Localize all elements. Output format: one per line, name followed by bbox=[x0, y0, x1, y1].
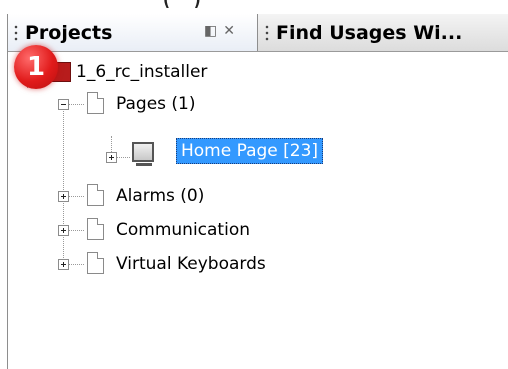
tree-connector bbox=[68, 104, 84, 105]
drag-grip-icon[interactable] bbox=[264, 22, 270, 43]
folder-page-icon bbox=[87, 92, 104, 114]
minimize-icon[interactable]: ◧ bbox=[204, 23, 223, 39]
tab-projects[interactable]: Projects ◧✕ bbox=[8, 14, 258, 51]
screen-page-icon bbox=[132, 142, 154, 166]
folder-page-icon bbox=[87, 218, 104, 240]
tab-projects-label: Projects bbox=[25, 21, 113, 44]
tab-find-usages[interactable]: Find Usages Wi... bbox=[259, 14, 508, 51]
projects-panel: Projects ◧✕ Find Usages Wi... 1_6_rc_ins… bbox=[7, 14, 508, 369]
collapse-toggle[interactable] bbox=[58, 99, 69, 110]
folder-page-icon bbox=[87, 184, 104, 206]
tree-item-alarms[interactable]: Alarms (0) bbox=[116, 184, 204, 208]
tree-item-home-page[interactable]: Home Page [23] bbox=[176, 138, 324, 164]
drag-grip-icon[interactable] bbox=[13, 22, 19, 43]
expand-toggle[interactable] bbox=[58, 259, 69, 270]
tree-item-pages[interactable]: Pages (1) bbox=[116, 92, 196, 116]
tree-connector bbox=[63, 104, 64, 270]
cropped-caption: ( ) bbox=[0, 0, 508, 8]
tab-tools: ◧✕ bbox=[204, 23, 241, 39]
close-icon[interactable]: ✕ bbox=[223, 23, 241, 39]
tree-connector bbox=[68, 196, 84, 197]
expand-toggle[interactable] bbox=[58, 191, 69, 202]
tree-connector bbox=[116, 157, 130, 158]
tree-connector bbox=[68, 230, 84, 231]
tree-item-communication[interactable]: Communication bbox=[116, 218, 250, 242]
tree-item-project-root[interactable]: 1_6_rc_installer bbox=[76, 60, 207, 84]
expand-toggle[interactable] bbox=[58, 225, 69, 236]
panel-tab-bar: Projects ◧✕ Find Usages Wi... bbox=[8, 14, 508, 52]
step-number-badge: 1 bbox=[14, 45, 58, 89]
tree-connector bbox=[68, 264, 84, 265]
expand-toggle[interactable] bbox=[106, 152, 117, 163]
project-tree: 1_6_rc_installer Pages (1) Home Page [23… bbox=[8, 52, 508, 369]
tab-find-usages-label: Find Usages Wi... bbox=[276, 21, 463, 44]
folder-page-icon bbox=[87, 252, 104, 274]
tree-item-virtual-keyboards[interactable]: Virtual Keyboards bbox=[116, 252, 266, 276]
